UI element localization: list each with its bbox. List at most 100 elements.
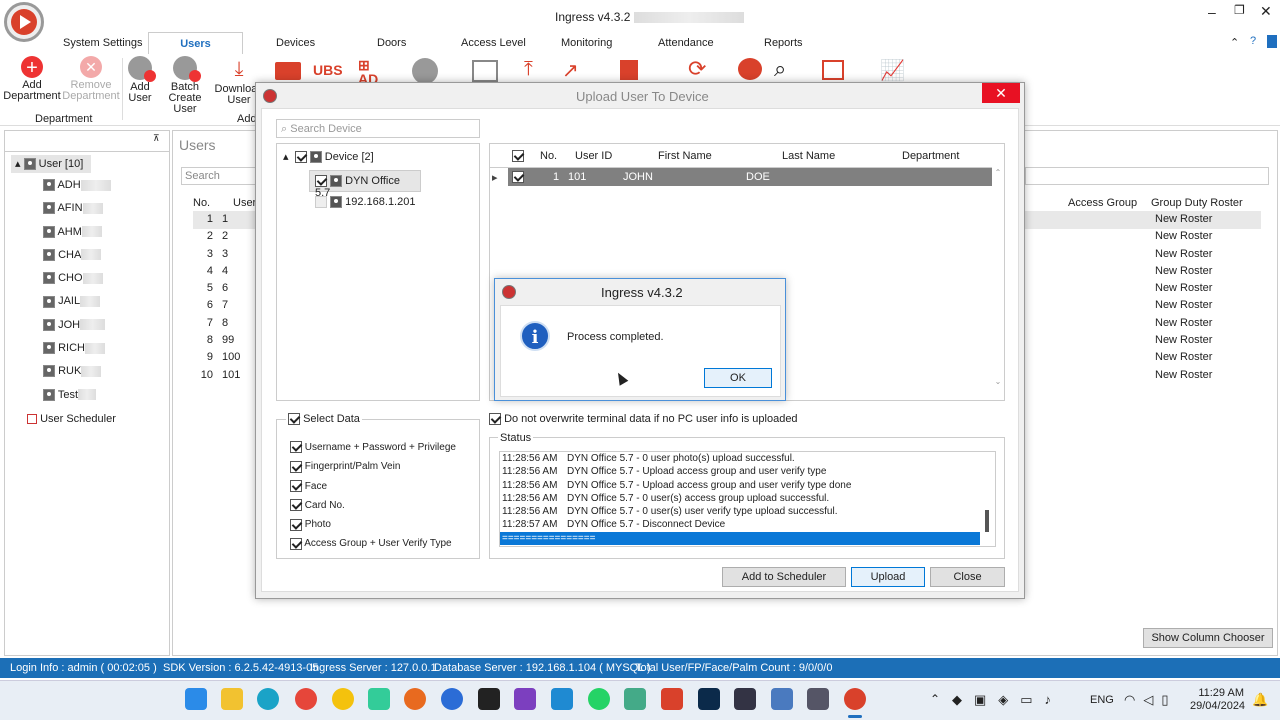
- tab-system-settings[interactable]: System Settings: [63, 37, 142, 49]
- visual-studio-icon[interactable]: [514, 688, 536, 710]
- list-item[interactable]: AFIN: [43, 202, 111, 225]
- batch-create-button[interactable]: Batch Create User: [157, 56, 213, 115]
- list-item[interactable]: CHA: [43, 249, 111, 272]
- clock[interactable]: 11:29 AM 29/04/2024: [1190, 687, 1245, 713]
- list-item[interactable]: RUK: [43, 365, 111, 388]
- tab-doors[interactable]: Doors: [377, 37, 406, 49]
- help-icon[interactable]: ?: [1250, 35, 1256, 47]
- col-first-name[interactable]: First Name: [658, 150, 712, 162]
- language-indicator[interactable]: ENG: [1090, 694, 1114, 706]
- list-item[interactable]: RICH: [43, 342, 111, 365]
- header-user[interactable]: User: [233, 197, 256, 209]
- whatsapp-icon[interactable]: [588, 688, 610, 710]
- remove-department-button[interactable]: ✕ Remove Department: [62, 56, 120, 112]
- folder-icon[interactable]: [275, 62, 301, 80]
- select-data-checkbox[interactable]: Select Data: [286, 413, 362, 426]
- app-icon[interactable]: [807, 688, 829, 710]
- search-input-right[interactable]: [1025, 167, 1269, 185]
- vscode-icon[interactable]: [551, 688, 573, 710]
- select-all-checkbox[interactable]: [512, 150, 524, 163]
- option-face[interactable]: Face: [290, 477, 456, 496]
- list-item[interactable]: JAIL: [43, 295, 111, 318]
- device-item-ip[interactable]: 192.168.1.201: [315, 196, 415, 209]
- upload-button[interactable]: Upload: [851, 567, 925, 587]
- col-no[interactable]: No.: [540, 150, 557, 162]
- header-no[interactable]: No.: [193, 197, 210, 209]
- export-icon[interactable]: [620, 60, 638, 80]
- user-root[interactable]: ▴ User [10]: [11, 155, 91, 173]
- tab-reports[interactable]: Reports: [764, 37, 803, 49]
- tab-monitoring[interactable]: Monitoring: [561, 37, 612, 49]
- close-button[interactable]: Close: [930, 567, 1005, 587]
- minimize-icon[interactable]: –: [1208, 4, 1216, 20]
- chrome-canary-icon[interactable]: [332, 688, 354, 710]
- col-last-name[interactable]: Last Name: [782, 150, 835, 162]
- col-department[interactable]: Department: [902, 150, 959, 162]
- dialog-close-button[interactable]: ✕: [982, 83, 1020, 103]
- add-department-button[interactable]: + Add Department: [2, 56, 62, 112]
- network-icons[interactable]: ◠◁▯: [1124, 692, 1177, 708]
- list-item[interactable]: ADH: [43, 179, 111, 202]
- no-overwrite-checkbox[interactable]: Do not overwrite terminal data if no PC …: [489, 413, 798, 426]
- list-item[interactable]: JOH: [43, 319, 111, 342]
- list-item[interactable]: Test: [43, 389, 111, 412]
- list-item[interactable]: AHM: [43, 226, 111, 249]
- app-icon[interactable]: [441, 688, 463, 710]
- tab-attendance[interactable]: Attendance: [658, 37, 714, 49]
- device-item-dyn[interactable]: DYN Office 5.7: [309, 170, 421, 199]
- calendar-icon[interactable]: [822, 60, 844, 80]
- add-to-scheduler-button[interactable]: Add to Scheduler: [722, 567, 846, 587]
- close-icon[interactable]: ✕: [1260, 3, 1272, 20]
- option-access-group[interactable]: Access Group + User Verify Type: [290, 534, 456, 553]
- pin-icon[interactable]: ⊼: [153, 133, 160, 144]
- option-fingerprint[interactable]: Fingerprint/Palm Vein: [290, 457, 456, 476]
- search-icon[interactable]: ⌕: [774, 56, 786, 82]
- search-input[interactable]: Search: [181, 167, 261, 185]
- acrobat-icon[interactable]: [661, 688, 683, 710]
- ingress-taskbar-icon[interactable]: [844, 688, 866, 710]
- tab-users[interactable]: Users: [148, 32, 243, 54]
- app-icon[interactable]: [734, 688, 756, 710]
- pycharm-icon[interactable]: [478, 688, 500, 710]
- upload-icon[interactable]: ⤒: [524, 58, 533, 81]
- file-explorer-icon[interactable]: [221, 688, 243, 710]
- option-photo[interactable]: Photo: [290, 515, 456, 534]
- edge-icon[interactable]: [257, 688, 279, 710]
- app-icon[interactable]: [624, 688, 646, 710]
- col-user-id[interactable]: User ID: [575, 150, 612, 162]
- app-icon[interactable]: [771, 688, 793, 710]
- notification-icon[interactable]: 🔔: [1252, 692, 1268, 708]
- delete-user-icon[interactable]: [412, 58, 438, 84]
- user-scheduler-item[interactable]: User Scheduler: [27, 413, 116, 425]
- sync-icon[interactable]: ⟳: [688, 56, 706, 82]
- firefox-icon[interactable]: [404, 688, 426, 710]
- add-user-button[interactable]: Add User: [124, 56, 156, 112]
- ok-button[interactable]: OK: [704, 368, 772, 388]
- app-icon[interactable]: [368, 688, 390, 710]
- option-card[interactable]: Card No.: [290, 496, 456, 515]
- tab-devices[interactable]: Devices: [276, 37, 315, 49]
- header-duty-roster[interactable]: Group Duty Roster: [1151, 197, 1243, 209]
- device-search-input[interactable]: ⌕ Search Device: [276, 119, 480, 138]
- chart-icon[interactable]: 📈: [880, 58, 905, 83]
- office-icon[interactable]: [1267, 35, 1277, 48]
- log-scrollbar[interactable]: [985, 510, 989, 532]
- tab-access-level[interactable]: Access Level: [461, 37, 526, 49]
- maximize-icon[interactable]: ❐: [1234, 3, 1245, 17]
- share-icon[interactable]: ↗: [562, 58, 579, 83]
- grid-scrollbar[interactable]: ⌃ ⌄: [992, 168, 1004, 400]
- chrome-icon[interactable]: [295, 688, 317, 710]
- show-column-chooser-button[interactable]: Show Column Chooser: [1143, 628, 1273, 648]
- start-icon[interactable]: [185, 688, 207, 710]
- chevron-up-icon[interactable]: ⌃: [930, 692, 940, 706]
- ubs-button[interactable]: UBS: [313, 62, 343, 78]
- collapse-ribbon-icon[interactable]: ⌃: [1230, 36, 1239, 49]
- row-checkbox[interactable]: [512, 171, 524, 184]
- settings-icon[interactable]: [738, 58, 762, 80]
- list-item[interactable]: CHO: [43, 272, 111, 295]
- remove-device-icon[interactable]: [472, 60, 498, 82]
- photoshop-icon[interactable]: [698, 688, 720, 710]
- option-username[interactable]: Username + Password + Privilege: [290, 438, 456, 457]
- header-access-group[interactable]: Access Group: [1068, 197, 1137, 209]
- table-row[interactable]: ▸ 1 101 JOHN DOE: [490, 168, 992, 186]
